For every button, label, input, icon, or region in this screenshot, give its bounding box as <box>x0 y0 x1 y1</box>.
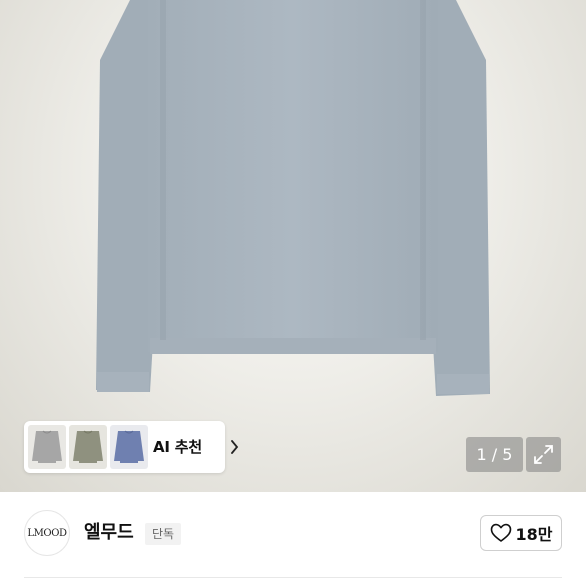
page-counter: 1 / 5 <box>466 437 523 472</box>
product-gallery[interactable]: AI 추천 1 / 5 <box>0 0 586 492</box>
like-count: 18만 <box>515 525 553 544</box>
divider <box>24 577 562 578</box>
brand-name[interactable]: 엘무드 <box>84 520 134 546</box>
blue-sweater-thumbnail[interactable] <box>110 425 148 469</box>
grey-sweater-thumbnail[interactable] <box>28 425 66 469</box>
brand-logo-text: LMOOD <box>27 527 67 539</box>
ai-recommend-widget[interactable]: AI 추천 <box>24 421 239 473</box>
like-button[interactable]: 18만 <box>480 515 562 551</box>
ai-recommend-label[interactable]: AI 추천 <box>153 421 202 473</box>
expand-button[interactable] <box>526 437 561 472</box>
chevron-right-icon <box>231 440 239 454</box>
exclusive-badge: 단독 <box>145 523 182 545</box>
product-image[interactable] <box>0 0 586 492</box>
khaki-sweater-thumbnail[interactable] <box>69 425 107 469</box>
expand-icon <box>534 445 553 464</box>
heart-icon <box>490 523 511 542</box>
brand-logo[interactable]: LMOOD <box>24 510 70 556</box>
